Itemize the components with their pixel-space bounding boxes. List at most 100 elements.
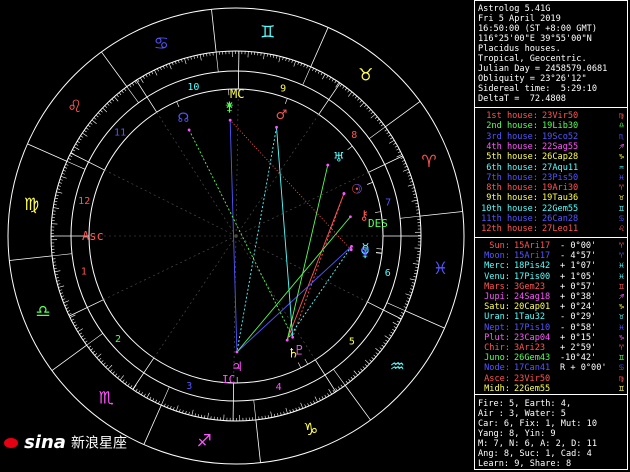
planet-name: Moon:	[484, 251, 510, 262]
planet-speed: + 1°07'	[560, 261, 597, 272]
planet-position: 18Pis42	[514, 261, 551, 272]
learn-share-count: Learn: 9, Share: 8	[478, 459, 572, 469]
planet-dot	[326, 163, 330, 167]
planet-sign-icon: ♓	[618, 322, 624, 333]
planet-speed: + 2°59'	[560, 343, 597, 353]
house-label: 12th house:	[481, 224, 538, 235]
zodiac-sign-icon: ♓	[618, 172, 624, 183]
planet-sign-icon: ♈	[618, 343, 624, 353]
planet-dot	[350, 244, 353, 248]
planet-speed: + 1°05'	[560, 271, 597, 282]
planet-row: Moon: 15Ari17 - 4°57' ♈	[478, 251, 624, 261]
house-label: 3rd house:	[486, 131, 538, 142]
house-number: 1	[81, 267, 87, 278]
separator	[475, 394, 627, 395]
zodiac-sign-icon: ♏	[618, 131, 624, 142]
planet-position: 3Ari23	[514, 343, 546, 353]
planet-name: Satu:	[484, 302, 510, 313]
planet-name: Uran:	[484, 312, 510, 323]
planet-dot	[291, 335, 295, 339]
house-number: 12	[78, 196, 90, 207]
house-row: 8th house: 19Ari30 ♈	[478, 183, 624, 193]
house-value: 22Gem55	[542, 203, 579, 214]
planet-glyph: ☊	[178, 111, 190, 126]
house-row: 6th house: 27Aqu11 ♒	[478, 163, 624, 173]
planet-name: Juno:	[484, 353, 510, 364]
planet-speed: - 0°00'	[560, 241, 597, 251]
planet-row: Juno: 26Gem43 -10°42' ♊	[478, 353, 624, 363]
planet-sign-icon: ♑	[618, 302, 624, 313]
house-value: 22Sag55	[542, 141, 579, 152]
house-number: 8	[351, 130, 357, 141]
house-number: 3	[186, 381, 192, 392]
zodiac-sign-icon: ♍	[618, 111, 624, 121]
planet-glyph: ♆	[359, 245, 371, 260]
planet-row: Jupi: 24Sag18 + 0°38' ♐	[478, 292, 624, 302]
house-label: 4th house:	[486, 141, 538, 152]
planet-position: 23Vir50	[514, 373, 551, 384]
planet-position: 3Gem23	[514, 281, 546, 292]
planet-dot	[235, 350, 239, 354]
planet-sign-icon: ♉	[618, 312, 624, 323]
house-label: 5th house:	[486, 152, 538, 163]
planet-glyph: ♅	[333, 151, 345, 166]
planet-name: Mars:	[484, 281, 510, 292]
zodiac-sign-glyph: ♋	[154, 34, 169, 54]
house-number: 6	[385, 268, 391, 279]
polarity-count: Yang: 8, Yin: 9	[478, 429, 556, 439]
planet-glyph: ☽	[351, 182, 363, 197]
planet-sign-icon: ♓	[618, 271, 624, 282]
house-label: 8th house:	[486, 183, 538, 194]
house-type-count: Ang: 8, Suc: 1, Cad: 4	[478, 449, 592, 459]
planet-name: Nept:	[484, 322, 510, 333]
house-system: Placidus houses.	[478, 44, 561, 54]
planet-sign-icon: ♍	[618, 373, 624, 384]
quadrant-count: M: 7, N: 6, A: 2, D: 11	[478, 439, 597, 449]
planet-speed: -10°42'	[560, 353, 597, 364]
house-label: 11th house:	[481, 214, 538, 224]
planet-dot	[349, 248, 353, 251]
separator	[475, 237, 627, 238]
house-value: 23Pis50	[542, 172, 579, 183]
logo-brand: sina	[24, 432, 66, 453]
delta-t: DeltaT = 72.4808	[478, 94, 566, 104]
house-row: 5th house: 26Cap28 ♑	[478, 152, 624, 162]
planet-dot	[275, 125, 278, 129]
planet-position: 22Gem55	[514, 383, 551, 394]
planet-name: Venu:	[484, 271, 510, 282]
planet-row: Mars: 3Gem23 + 0°57' ♊	[478, 282, 624, 292]
zodiac-sign-glyph: ♎	[35, 302, 50, 322]
planet-row: Uran: 1Tau32 - 0°29' ♉	[478, 312, 624, 322]
planet-speed: - 0°29'	[560, 312, 597, 323]
planet-glyph: ♇	[294, 343, 306, 358]
asc-label: Asc	[82, 229, 104, 243]
house-value: 27Aqu11	[542, 162, 579, 173]
house-row: 1st house: 23Vir50 ♍	[478, 111, 624, 121]
element-count-2: Air : 3, Water: 5	[478, 409, 566, 419]
planet-row: Plut: 23Cap04 + 0°15' ♑	[478, 333, 624, 343]
planet-row: Merc: 18Pis42 + 1°07' ♓	[478, 261, 624, 271]
zodiac-sign-glyph: ♈	[421, 152, 436, 172]
house-number: 7	[385, 197, 391, 208]
zodiac-sign-icon: ♉	[618, 193, 624, 204]
info-panel: Astrolog 5.41G Fri 5 April 2019 16:50:00…	[474, 0, 628, 470]
house-number: 10	[187, 82, 199, 93]
planet-sign-icon: ♑	[618, 332, 624, 343]
planet-speed: - 0°58'	[560, 322, 597, 333]
house-value: 19Lib30	[542, 121, 579, 132]
planet-position: 1Tau32	[514, 312, 546, 323]
house-number: 4	[276, 382, 282, 393]
logo-text: 新浪星座	[71, 435, 128, 452]
planet-row: Chir: 3Ari23 + 2°59' ♈	[478, 343, 624, 353]
planet-speed: R + 0°00'	[560, 363, 607, 374]
planet-sign-icon: ♐	[618, 292, 624, 302]
house-number: 11	[114, 128, 126, 139]
planet-position: 23Cap04	[514, 332, 551, 343]
planet-glyph: ♂	[276, 108, 288, 123]
planet-row: Node: 17Can41 R + 0°00' ♋	[478, 363, 624, 373]
planet-speed: + 0°24'	[560, 302, 597, 313]
house-value: 19Tau36	[542, 193, 579, 204]
planet-dot	[348, 215, 352, 219]
planet-sign-icon: ♊	[618, 353, 624, 364]
planet-name: Node:	[484, 363, 510, 374]
